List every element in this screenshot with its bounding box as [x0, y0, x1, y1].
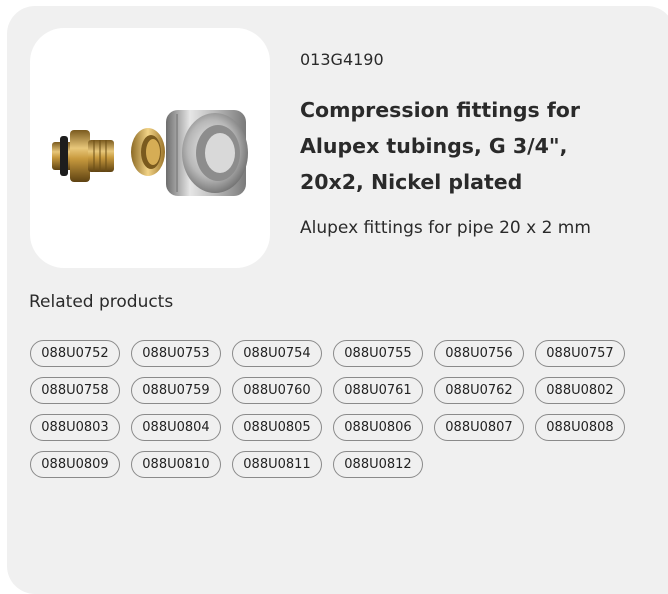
product-sku: 013G4190: [300, 50, 384, 69]
compression-fitting-image: [52, 110, 248, 196]
related-product-chip[interactable]: 088U0762: [434, 377, 524, 404]
related-product-chip[interactable]: 088U0812: [333, 451, 423, 478]
related-product-chip[interactable]: 088U0806: [333, 414, 423, 441]
related-product-chip[interactable]: 088U0802: [535, 377, 625, 404]
related-product-chip[interactable]: 088U0803: [30, 414, 120, 441]
related-product-chip[interactable]: 088U0757: [535, 340, 625, 367]
related-products-list: 088U0752 088U0753 088U0754 088U0755 088U0756…: [30, 340, 630, 478]
related-product-chip[interactable]: 088U0755: [333, 340, 423, 367]
related-products-heading: Related products: [29, 292, 174, 312]
product-card: 013G4190 Compression fittings for Alupex…: [7, 6, 668, 594]
related-product-chip[interactable]: 088U0810: [131, 451, 221, 478]
related-product-chip[interactable]: 088U0805: [232, 414, 322, 441]
related-product-chip[interactable]: 088U0811: [232, 451, 322, 478]
related-product-chip[interactable]: 088U0752: [30, 340, 120, 367]
product-description: Alupex fittings for pipe 20 x 2 mm: [300, 218, 591, 238]
related-product-chip[interactable]: 088U0808: [535, 414, 625, 441]
related-product-chip[interactable]: 088U0754: [232, 340, 322, 367]
related-product-chip[interactable]: 088U0807: [434, 414, 524, 441]
related-product-chip[interactable]: 088U0758: [30, 377, 120, 404]
related-product-chip[interactable]: 088U0761: [333, 377, 423, 404]
related-product-chip[interactable]: 088U0756: [434, 340, 524, 367]
related-product-chip[interactable]: 088U0760: [232, 377, 322, 404]
product-image: [30, 28, 270, 268]
related-product-chip[interactable]: 088U0809: [30, 451, 120, 478]
product-title: Compression fittings for Alupex tubings,…: [300, 98, 580, 194]
related-product-chip[interactable]: 088U0804: [131, 414, 221, 441]
related-product-chip[interactable]: 088U0753: [131, 340, 221, 367]
related-product-chip[interactable]: 088U0759: [131, 377, 221, 404]
